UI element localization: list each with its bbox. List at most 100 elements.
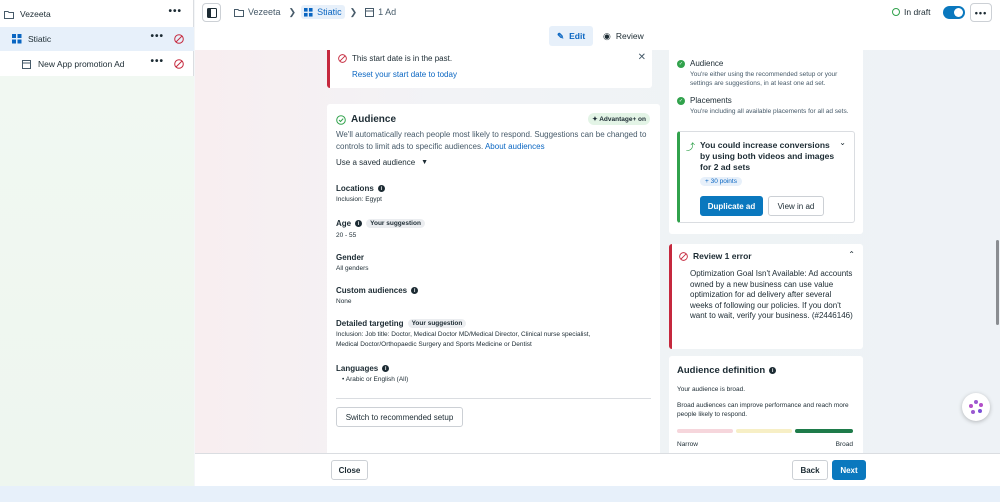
gender-value: All genders: [336, 265, 369, 272]
age-label: Age i Your suggestion: [336, 219, 425, 228]
panel-icon: [206, 7, 217, 18]
review-title[interactable]: Review 1 error: [679, 251, 752, 261]
custom-audiences-label: Custom audiences i: [336, 286, 419, 295]
audience-heading: Audience: [336, 114, 396, 125]
folder-icon: [234, 8, 244, 17]
close-icon[interactable]: ✕: [638, 52, 646, 63]
tab-edit[interactable]: ✎ Edit: [549, 26, 594, 46]
check-icon: ✓: [677, 97, 685, 105]
back-button[interactable]: Back: [792, 460, 828, 480]
locations-label: Locations i: [336, 184, 385, 193]
review-error-card: Review 1 error ⌃ Optimization Goal Isn't…: [669, 244, 863, 349]
audience-definition-title: Audience definition i: [677, 365, 777, 376]
audience-description: We'll automatically reach people most li…: [336, 130, 647, 151]
breadcrumb-adset[interactable]: Stiatic: [301, 5, 345, 19]
eye-icon: ◉: [603, 30, 611, 41]
ad-label: New App promotion Ad: [38, 59, 125, 69]
folder-icon: [3, 9, 14, 20]
tree-item-ad[interactable]: New App promotion Ad •••: [0, 52, 194, 76]
chevron-right-icon: ❯: [288, 6, 297, 17]
adset-label: Stiatic: [28, 34, 52, 44]
review-error-text: Optimization Goal Isn't Available: Ad ac…: [690, 269, 853, 320]
tab-review[interactable]: ◉ Review: [595, 26, 652, 46]
detailed-targeting-value-2: Medical Doctor/Orthopaedic Surgery and S…: [336, 341, 532, 348]
suggestion-badge: Your suggestion: [366, 219, 425, 228]
error-icon: [679, 251, 688, 261]
detailed-targeting-value-1: Inclusion: Job title: Doctor, Medical Do…: [336, 331, 591, 338]
breadcrumb-ad[interactable]: 1 Ad: [362, 5, 399, 19]
publish-toggle[interactable]: [943, 6, 965, 19]
meter-broad-segment: [795, 429, 853, 433]
saved-audience-dropdown[interactable]: Use a saved audience ▼: [336, 158, 428, 167]
assistant-button[interactable]: [962, 393, 990, 421]
main-content: This start date is in the past. Reset yo…: [195, 50, 1000, 453]
audience-definition-card: Audience definition i Your audience is br…: [669, 356, 863, 453]
campaign-more-icon[interactable]: •••: [168, 7, 182, 17]
info-icon: i: [382, 365, 390, 372]
chevron-right-icon: ❯: [349, 6, 358, 17]
breadcrumb-campaign[interactable]: Vezeeta: [231, 5, 284, 19]
ad-icon: [21, 59, 32, 70]
info-icon: i: [377, 185, 385, 192]
meter-mid-segment: [736, 429, 792, 433]
tree-item-adset[interactable]: Stiatic •••: [0, 27, 194, 51]
locations-value: Inclusion: Egypt: [336, 196, 382, 203]
sidebar-background: [0, 76, 194, 486]
next-button[interactable]: Next: [832, 460, 866, 480]
close-button[interactable]: Close: [331, 460, 368, 480]
suggestion-badge: Your suggestion: [407, 319, 467, 328]
languages-value: • Arabic or English (All): [342, 376, 409, 383]
info-icon: i: [769, 367, 777, 374]
mode-tabs: ✎ Edit ◉ Review: [195, 26, 1000, 50]
ad-more-icon[interactable]: •••: [150, 57, 164, 67]
more-options-button[interactable]: •••: [970, 3, 992, 22]
adset-grid-icon: [304, 7, 313, 17]
tree-item-campaign[interactable]: Vezeeta •••: [0, 2, 194, 26]
reset-start-date-link[interactable]: Reset your start date to today: [352, 70, 457, 79]
check-circle-icon: [336, 114, 346, 125]
advantage-badge: ✦ Advantage+ on: [588, 113, 650, 125]
scrollbar[interactable]: [996, 240, 999, 325]
about-audiences-link[interactable]: About audiences: [485, 142, 545, 151]
conversion-suggestion: ⤴ You could increase conversions by usin…: [677, 131, 855, 223]
adset-grid-icon: [11, 34, 22, 45]
broad-label: Broad: [835, 441, 853, 448]
divider: [336, 398, 651, 399]
start-date-warning: This start date is in the past. Reset yo…: [327, 50, 652, 88]
pencil-icon: ✎: [557, 30, 565, 41]
gender-label: Gender: [336, 253, 365, 262]
ad-icon: [365, 7, 375, 17]
campaign-label: Vezeeta: [20, 9, 51, 19]
languages-label: Languages i: [336, 364, 390, 373]
recommendations-card: ✓ Audience You're either using the recomm…: [669, 50, 863, 234]
sidebar-toggle-button[interactable]: [202, 3, 221, 22]
draft-status-icon: [892, 8, 900, 16]
caret-down-icon: ▼: [421, 159, 429, 166]
chevron-up-icon[interactable]: ⌃: [848, 250, 855, 259]
duplicate-ad-button[interactable]: Duplicate ad: [700, 196, 763, 216]
info-icon: i: [355, 220, 363, 227]
definition-text-2: Broad audiences can improve performance …: [677, 402, 849, 418]
narrow-label: Narrow: [677, 441, 698, 448]
top-bar: Vezeeta ❯ Stiatic ❯ 1 Ad In draft •••: [195, 0, 1000, 26]
conversion-title: You could increase conversions by using …: [700, 140, 835, 172]
check-icon: ✓: [677, 60, 685, 68]
points-badge: + 30 points: [700, 177, 742, 186]
adset-more-icon[interactable]: •••: [150, 32, 164, 42]
view-in-ad-button[interactable]: View in ad: [768, 196, 824, 216]
adset-error-icon: [174, 34, 184, 46]
chevron-down-icon[interactable]: ⌄: [839, 138, 846, 147]
custom-audiences-value: None: [336, 298, 352, 305]
bottom-bar: Close Back Next: [195, 453, 1000, 486]
footer-strip: [0, 486, 1000, 502]
meter-narrow-segment: [677, 429, 733, 433]
switch-recommended-button[interactable]: Switch to recommended setup: [336, 407, 463, 427]
audience-card: Audience ✦ Advantage+ on We'll automatic…: [327, 104, 660, 453]
placements-check: ✓ Placements You're including all availab…: [677, 96, 849, 115]
trend-icon: ⤴: [686, 142, 696, 152]
breadcrumb: Vezeeta ❯ Stiatic ❯ 1 Ad: [231, 5, 399, 19]
audience-check: ✓ Audience You're either using the recomm…: [677, 59, 838, 87]
info-icon: i: [411, 287, 419, 294]
detailed-targeting-label: Detailed targeting Your suggestion: [336, 319, 467, 328]
definition-text-1: Your audience is broad.: [677, 386, 746, 393]
